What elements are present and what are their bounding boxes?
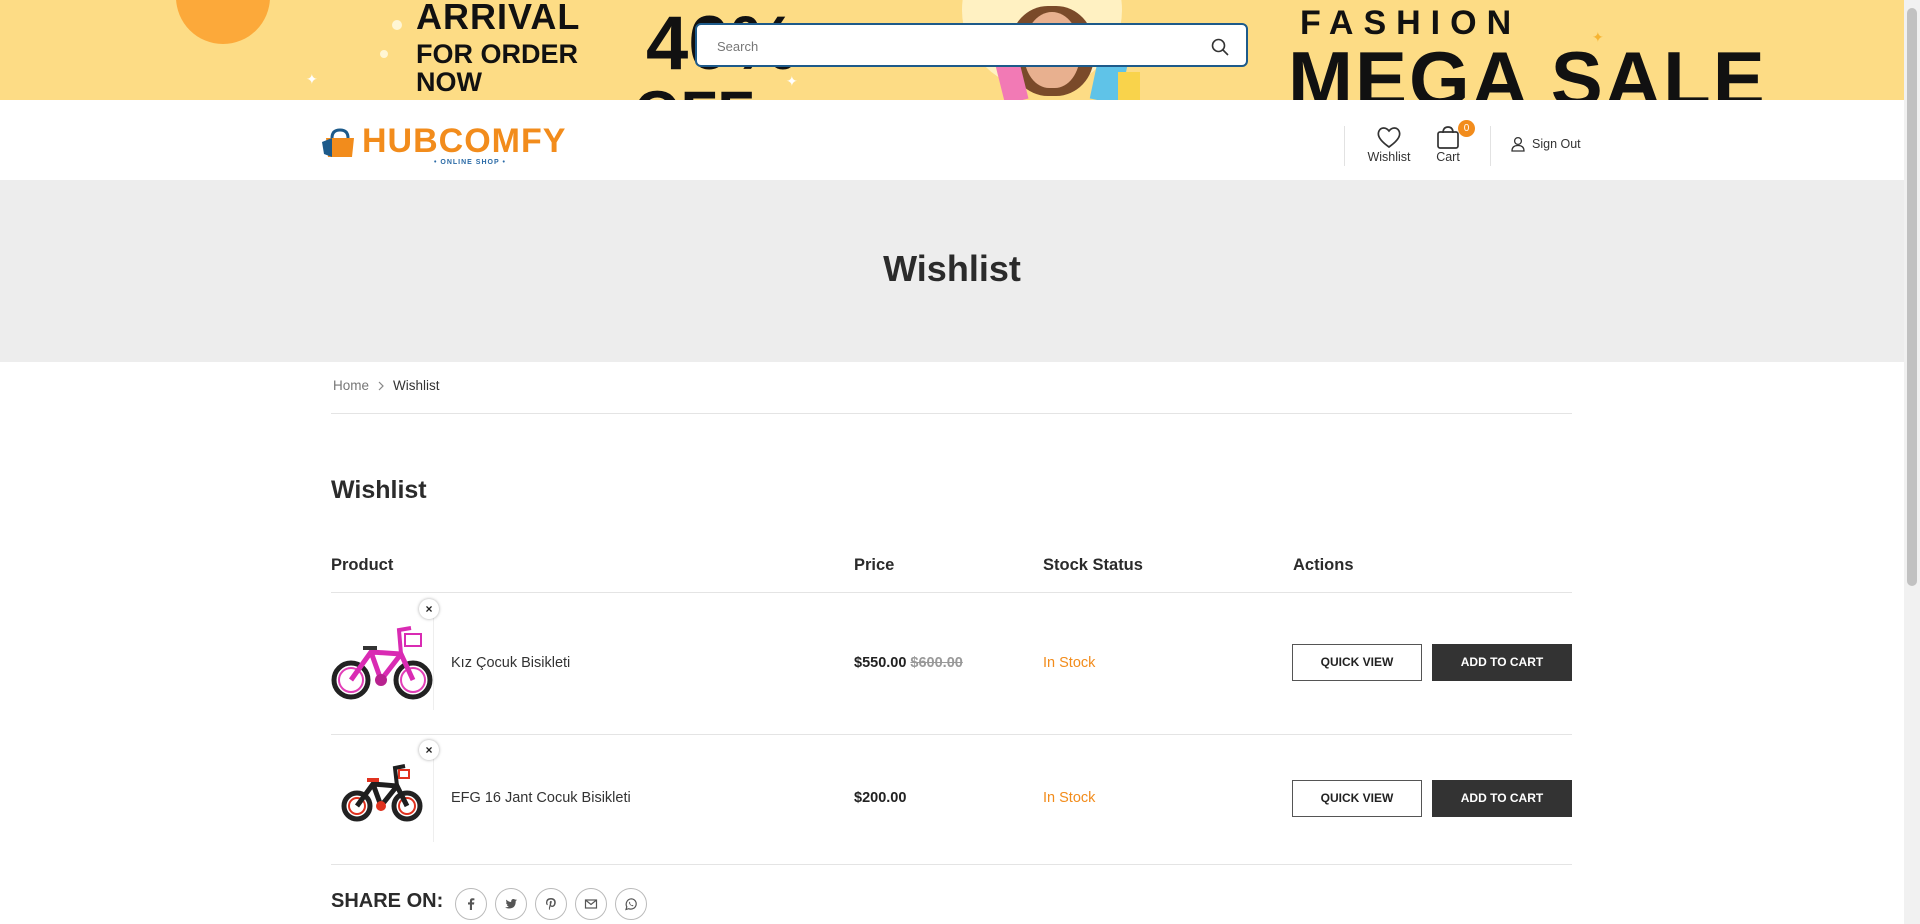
add-to-cart-button[interactable]: ADD TO CART: [1432, 644, 1572, 681]
breadcrumb-home-link[interactable]: Home: [333, 378, 369, 393]
table-divider: [331, 592, 1572, 593]
add-to-cart-button[interactable]: ADD TO CART: [1432, 780, 1572, 817]
sign-out-label: Sign Out: [1532, 137, 1581, 151]
header-divider: [1344, 126, 1345, 166]
shopping-bag-logo-icon: [322, 128, 354, 157]
wishlist-button[interactable]: Wishlist: [1366, 124, 1412, 164]
divider: [331, 413, 1572, 414]
logo-wordmark: HUBCOMFY: [362, 122, 567, 160]
banner-shopping-bag-image: [1118, 72, 1140, 100]
facebook-icon[interactable]: [455, 888, 487, 920]
column-header-product: Product: [331, 556, 394, 574]
breadcrumb-current: Wishlist: [393, 378, 440, 393]
site-logo[interactable]: HUBCOMFY • ONLINE SHOP •: [322, 122, 570, 168]
product-name[interactable]: EFG 16 Jant Cocuk Bisikleti: [451, 790, 631, 806]
banner-dot: [380, 50, 388, 58]
product-price: $200.00: [854, 790, 906, 806]
search-icon[interactable]: [1210, 37, 1230, 57]
remove-item-button[interactable]: ×: [419, 740, 439, 760]
page-title: Wishlist: [883, 248, 1021, 289]
scrollbar-thumb[interactable]: [1907, 8, 1917, 586]
stock-status: In Stock: [1043, 790, 1096, 806]
pink-bicycle-image: [331, 626, 433, 700]
search-input[interactable]: [715, 35, 1189, 57]
product-name[interactable]: Kız Çocuk Bisikleti: [451, 655, 570, 671]
page: ✦ ✦ ✦ ARRIVAL FOR ORDER NOW 40% OFF FASH…: [0, 0, 1904, 924]
cart-count-badge: 0: [1458, 120, 1475, 137]
column-header-actions: Actions: [1293, 556, 1354, 574]
wishlist-label: Wishlist: [1367, 150, 1411, 164]
search-box: [695, 23, 1248, 67]
site-header: HUBCOMFY • ONLINE SHOP •: [0, 100, 1904, 180]
heart-icon: [1377, 127, 1401, 149]
breadcrumb: Home Wishlist: [333, 378, 440, 393]
banner-off-text: OFF: [634, 78, 754, 100]
cart-button[interactable]: Cart 0: [1428, 120, 1475, 164]
quick-view-button[interactable]: QUICK VIEW: [1292, 644, 1422, 681]
chevron-right-icon: [378, 381, 384, 390]
whatsapp-icon[interactable]: [615, 888, 647, 920]
header-divider: [1490, 126, 1491, 166]
share-label: SHARE ON:: [331, 890, 444, 912]
banner-mega-sale-text: MEGA SALE: [1288, 35, 1767, 100]
cart-label: Cart: [1436, 150, 1460, 164]
product-price: $550.00 $600.00: [854, 655, 963, 671]
vertical-scrollbar[interactable]: [1904, 0, 1920, 924]
stock-status: In Stock: [1043, 655, 1096, 671]
logo-tagline: • ONLINE SHOP •: [434, 159, 506, 166]
user-icon: [1511, 136, 1525, 152]
original-price: $600.00: [910, 655, 963, 671]
twitter-icon[interactable]: [495, 888, 527, 920]
table-divider: [331, 864, 1572, 865]
current-price: $550.00: [854, 655, 907, 671]
remove-item-button[interactable]: ×: [419, 599, 439, 619]
column-header-price: Price: [854, 556, 895, 574]
pinterest-icon[interactable]: [535, 888, 567, 920]
column-header-stock-status: Stock Status: [1043, 556, 1143, 574]
current-price: $200.00: [854, 790, 907, 806]
red-black-bicycle-image: [341, 764, 423, 822]
banner-order-text: FOR ORDER NOW: [416, 39, 578, 97]
quick-view-button[interactable]: QUICK VIEW: [1292, 780, 1422, 817]
banner-sun-shape: [176, 0, 270, 44]
sign-out-link[interactable]: Sign Out: [1510, 136, 1581, 152]
product-image[interactable]: [331, 750, 434, 842]
banner-dot: [392, 20, 402, 30]
product-image[interactable]: [331, 614, 434, 710]
email-icon[interactable]: [575, 888, 607, 920]
wishlist-heading: Wishlist: [331, 476, 427, 504]
banner-sparkle-icon: ✦: [306, 72, 318, 88]
table-divider: [331, 734, 1572, 735]
banner-arrival-text: ARRIVAL: [416, 0, 581, 37]
page-title-band: Wishlist: [0, 180, 1904, 362]
